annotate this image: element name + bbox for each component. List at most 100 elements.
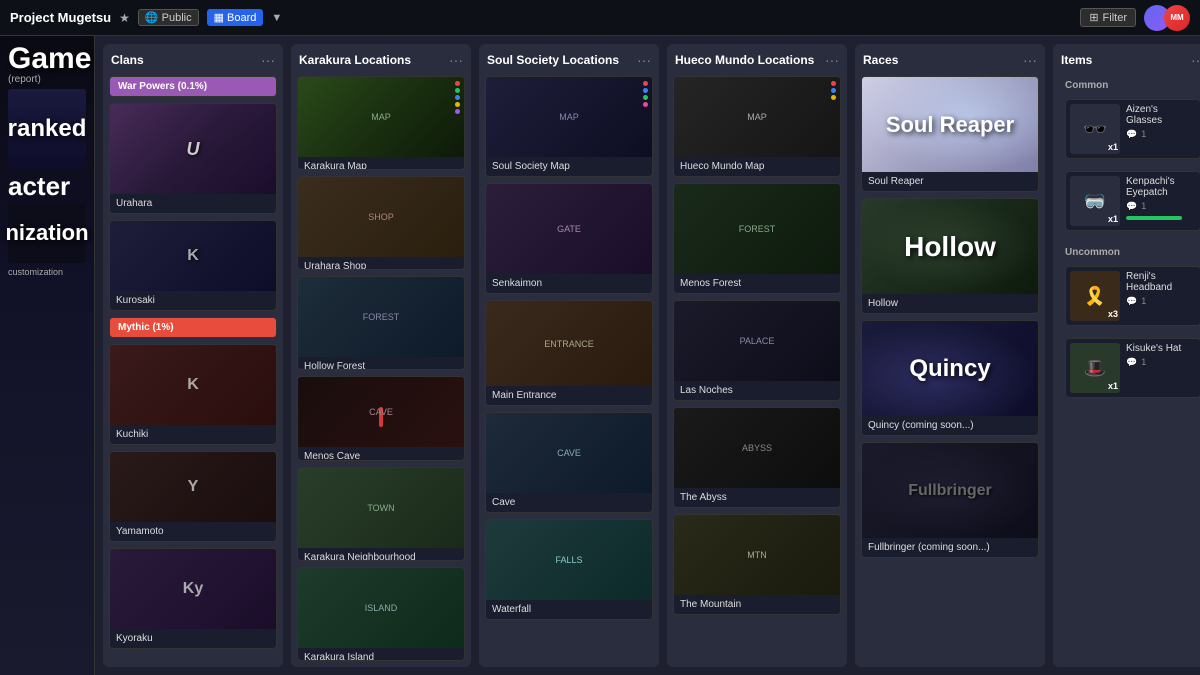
col-menu-clans[interactable]: ··· xyxy=(261,52,275,68)
star-icon[interactable]: ★ xyxy=(119,11,130,25)
comment-icon-aizens: 💬 xyxy=(1126,129,1137,140)
card-label-menos-cave: Menos Cave xyxy=(298,447,464,461)
card-yamamoto[interactable]: Y Yamamoto xyxy=(109,451,277,542)
card-las-noches[interactable]: PALACE Las Noches xyxy=(673,300,841,401)
card-label-kuchiki: Kuchiki xyxy=(110,425,276,444)
card-fullbringer[interactable]: Fullbringer Fullbringer (coming soon...) xyxy=(861,442,1039,558)
card-cave-ss[interactable]: CAVE Cave xyxy=(485,412,653,513)
chevron-icon[interactable]: ▼ xyxy=(271,12,282,24)
card-label-senkaimon: Senkaimon xyxy=(486,274,652,293)
card-label-main-entrance: Main Entrance xyxy=(486,386,652,405)
card-label-hollow-forest: Hollow Forest xyxy=(298,357,464,370)
avatar-2[interactable]: MM xyxy=(1164,5,1190,31)
filter-icon: ⊞ xyxy=(1089,11,1098,24)
main-area: Game (report) ranked acter nization cust… xyxy=(0,36,1200,675)
col-cards-karakura: MAP Karakura Map SHOP xyxy=(291,72,471,667)
card-mountain[interactable]: MTN The Mountain xyxy=(673,514,841,615)
card-war-powers[interactable]: War Powers (0.1%) xyxy=(109,76,277,97)
topbar-title: Project Mugetsu xyxy=(10,10,111,25)
card-karakura-map[interactable]: MAP Karakura Map xyxy=(297,76,465,170)
col-cards-soul-society: MAP Soul Society Map GATE Senk xyxy=(479,72,659,667)
sidebar-hero-img: ranked xyxy=(8,89,86,169)
col-title-hueco-mundo: Hueco Mundo Locations xyxy=(675,53,814,67)
sidebar-game-text: Game xyxy=(8,44,86,74)
filter-button[interactable]: ⊞ Filter xyxy=(1080,8,1136,27)
card-soul-reaper[interactable]: Soul Reaper Soul Reaper xyxy=(861,76,1039,192)
card-senkaimon[interactable]: GATE Senkaimon xyxy=(485,183,653,294)
card-menos-cave[interactable]: CAVE Menos Cave xyxy=(297,376,465,461)
item-bar-fill-kenpachi xyxy=(1126,216,1182,220)
col-menu-karakura[interactable]: ··· xyxy=(449,52,463,68)
item-count-aizens-glasses: x1 xyxy=(1108,142,1118,152)
public-badge[interactable]: 🌐 Public xyxy=(138,9,199,26)
item-bar-kenpachi xyxy=(1126,216,1196,220)
item-name-kisuke: Kisuke's Hat xyxy=(1126,343,1196,354)
col-menu-items[interactable]: ··· xyxy=(1191,52,1200,68)
card-label-las-noches: Las Noches xyxy=(674,381,840,400)
eyepatch-icon: 🥽 xyxy=(1084,191,1106,212)
card-renji-headband[interactable]: 🎗️ x3 Renji's Headband 💬 1 xyxy=(1065,266,1200,326)
card-label-mountain: The Mountain xyxy=(674,595,840,614)
card-karakura-island[interactable]: ISLAND Karakura Island xyxy=(297,567,465,661)
comment-icon-kenpachi: 💬 xyxy=(1126,201,1137,212)
quincy-overlay-text: Quincy xyxy=(909,355,990,383)
card-kyoraku[interactable]: Ky Kyoraku xyxy=(109,548,277,649)
card-menos-forest[interactable]: FOREST Menos Forest xyxy=(673,183,841,294)
col-title-items: Items xyxy=(1061,53,1092,67)
column-races: Races ··· Soul Reaper Soul Reaper Holl xyxy=(855,44,1045,667)
card-waterfall[interactable]: FALLS Waterfall xyxy=(485,519,653,620)
col-title-clans: Clans xyxy=(111,53,144,67)
column-clans: Clans ··· War Powers (0.1%) U Urahara K xyxy=(103,44,283,667)
sidebar-customization-text: nization xyxy=(5,220,88,246)
card-label-abyss: The Abyss xyxy=(674,488,840,507)
card-kisuke-hat[interactable]: 🎩 x1 Kisuke's Hat 💬 1 xyxy=(1065,338,1200,398)
item-img-kenpachi: 🥽 x1 xyxy=(1070,176,1120,226)
card-label-fullbringer: Fullbringer (coming soon...) xyxy=(862,538,1038,557)
card-karakura-nb[interactable]: TOWN Karakura Neighbourhood xyxy=(297,467,465,561)
card-urahara-shop[interactable]: SHOP Urahara Shop xyxy=(297,176,465,270)
soul-reaper-overlay-text: Soul Reaper xyxy=(886,112,1014,138)
hat-icon: 🎩 xyxy=(1084,358,1106,379)
card-aizens-glasses[interactable]: 🕶️ x1 Aizen's Glasses 💬 1 xyxy=(1065,99,1200,159)
card-label-hueco-map: Hueco Mundo Map xyxy=(674,157,840,176)
comment-count-aizens: 1 xyxy=(1141,129,1146,140)
comment-count-kenpachi: 1 xyxy=(1141,201,1146,212)
card-kenpachi-eyepatch[interactable]: 🥽 x1 Kenpachi's Eyepatch 💬 1 xyxy=(1065,171,1200,231)
card-label-waterfall: Waterfall xyxy=(486,600,652,619)
item-img-kisuke: 🎩 x1 xyxy=(1070,343,1120,393)
sidebar-ranked-text: ranked xyxy=(8,115,86,143)
sidebar-panel: Game (report) ranked acter nization cust… xyxy=(0,36,95,675)
card-hollow[interactable]: Hollow Hollow xyxy=(861,198,1039,314)
comment-icon-kisuke: 💬 xyxy=(1126,357,1137,368)
card-kurosaki[interactable]: K Kurosaki xyxy=(109,220,277,311)
glasses-icon: 🕶️ xyxy=(1083,117,1108,142)
card-soul-map[interactable]: MAP Soul Society Map xyxy=(485,76,653,177)
card-hollow-forest[interactable]: FOREST Hollow Forest xyxy=(297,276,465,370)
col-menu-soul-society[interactable]: ··· xyxy=(637,52,651,68)
card-quincy[interactable]: Quincy Quincy (coming soon...) xyxy=(861,320,1039,436)
card-label-hollow: Hollow xyxy=(862,294,1038,313)
card-main-entrance[interactable]: ENTRANCE Main Entrance xyxy=(485,300,653,406)
card-label-urahara: Urahara xyxy=(110,194,276,213)
comment-count-kisuke: 1 xyxy=(1141,357,1146,368)
card-label-soul-reaper: Soul Reaper xyxy=(862,172,1038,191)
card-label-karakura-map: Karakura Map xyxy=(298,157,464,170)
section-label-uncommon: Uncommon xyxy=(1059,243,1200,260)
item-name-renji: Renji's Headband xyxy=(1126,271,1196,293)
card-abyss[interactable]: ABYSS The Abyss xyxy=(673,407,841,508)
col-menu-races[interactable]: ··· xyxy=(1023,52,1037,68)
card-label-kyoraku: Kyoraku xyxy=(110,629,276,648)
section-label-common: Common xyxy=(1059,76,1200,93)
card-kuchiki[interactable]: K Kuchiki xyxy=(109,344,277,445)
card-mythic[interactable]: Mythic (1%) xyxy=(109,317,277,338)
card-hueco-map[interactable]: MAP Hueco Mundo Map xyxy=(673,76,841,177)
card-urahara[interactable]: U Urahara xyxy=(109,103,277,214)
card-label-menos-forest: Menos Forest xyxy=(674,274,840,293)
card-label-urahara-shop: Urahara Shop xyxy=(298,257,464,270)
card-label-cave-ss: Cave xyxy=(486,493,652,512)
col-menu-hueco-mundo[interactable]: ··· xyxy=(825,52,839,68)
board-badge[interactable]: ▦ Board xyxy=(207,9,264,26)
col-title-races: Races xyxy=(863,53,898,67)
item-count-kisuke: x1 xyxy=(1108,381,1118,391)
topbar: Project Mugetsu ★ 🌐 Public ▦ Board ▼ ⊞ F… xyxy=(0,0,1200,36)
